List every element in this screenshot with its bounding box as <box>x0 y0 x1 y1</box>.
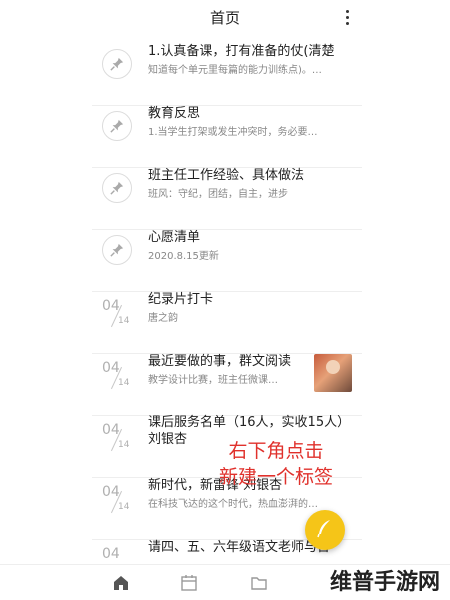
annotation-line: 新建一个标签 <box>218 466 333 488</box>
date-stamp: 04 14 <box>102 360 142 400</box>
tab-folder[interactable] <box>250 574 270 592</box>
date-day: 14 <box>118 316 130 326</box>
item-thumbnail <box>314 354 352 392</box>
date-day: 14 <box>118 440 130 450</box>
item-title: 教育反思 <box>148 106 201 121</box>
new-note-button[interactable] <box>305 510 345 550</box>
folder-icon <box>250 577 268 596</box>
item-subtitle: 唐之韵 <box>148 313 178 324</box>
item-subtitle: 知道每个单元里每篇的能力训练点)。… <box>148 65 322 76</box>
app-header: 首页 <box>0 0 450 34</box>
date-month: 04 <box>102 546 120 562</box>
date-stamp: 04 <box>102 546 142 564</box>
annotation-line: 右下角点击 <box>228 440 324 462</box>
annotation-overlay: 右下角点击 新建一个标签 <box>206 438 346 490</box>
item-title: 班主任工作经验、具体做法 <box>148 168 305 183</box>
home-icon <box>112 576 130 596</box>
item-subtitle: 班风：守纪，团结，自主，进步 <box>148 189 288 200</box>
date-stamp: 04 14 <box>102 298 142 338</box>
tab-calendar[interactable] <box>180 574 200 592</box>
item-title: 1.认真备课，打有准备的仗(清楚 <box>148 44 335 59</box>
calendar-icon <box>180 575 198 596</box>
item-subtitle: 教学设计比赛，班主任微课… <box>148 375 278 386</box>
date-stamp: 04 14 <box>102 422 142 462</box>
page-title: 首页 <box>209 8 240 27</box>
pin-icon <box>102 235 132 265</box>
pin-icon <box>102 49 132 79</box>
item-title: 纪录片打卡 <box>148 292 214 307</box>
pin-icon <box>102 173 132 203</box>
tab-home[interactable] <box>112 574 132 592</box>
pin-icon <box>102 111 132 141</box>
watermark-text: 维普手游网 <box>329 570 440 595</box>
item-subtitle: 1.当学生打架或发生冲突时，务必要… <box>148 127 318 138</box>
more-vertical-icon[interactable] <box>342 7 352 27</box>
item-title: 心愿清单 <box>148 230 201 245</box>
date-day: 14 <box>118 378 130 388</box>
item-title: 最近要做的事，群文阅读 <box>148 354 292 369</box>
item-subtitle: 2020.8.15更新 <box>148 251 219 262</box>
date-stamp: 04 14 <box>102 484 142 524</box>
feather-pen-icon <box>315 518 335 542</box>
date-day: 14 <box>118 502 130 512</box>
